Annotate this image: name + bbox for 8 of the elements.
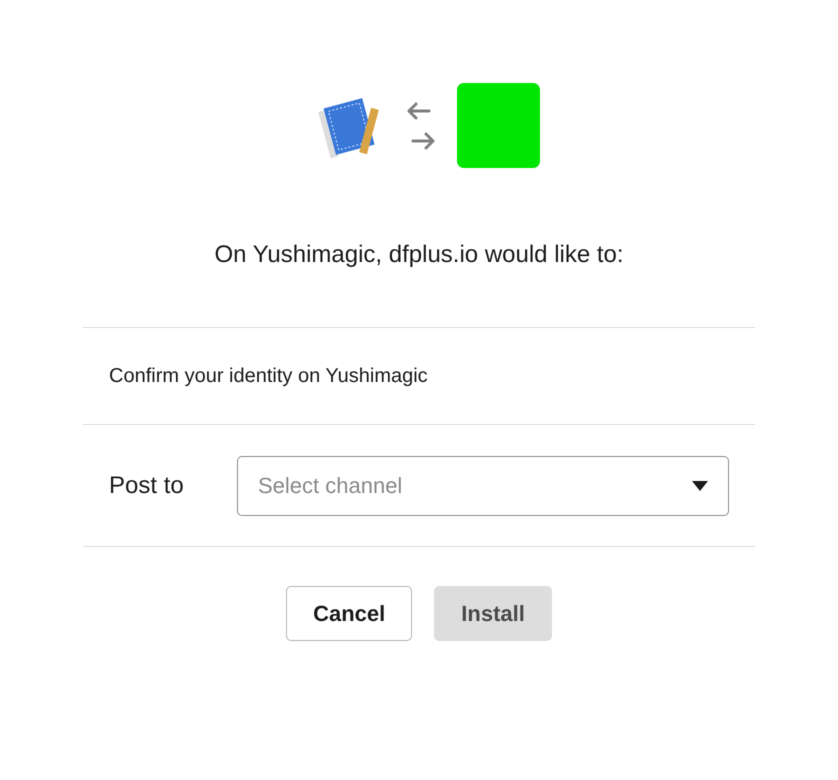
app-icon bbox=[456, 83, 540, 168]
post-to-label: Post to bbox=[109, 472, 185, 500]
swap-arrows-icon bbox=[404, 100, 436, 150]
caret-icon bbox=[692, 480, 708, 490]
cancel-button[interactable]: Cancel bbox=[286, 586, 412, 641]
permission-text: Confirm your identity on Yushimagic bbox=[109, 364, 428, 388]
dialog-heading: On Yushimagic, dfplus.io would like to: bbox=[214, 240, 624, 270]
channel-select[interactable]: Select channel bbox=[237, 456, 729, 516]
